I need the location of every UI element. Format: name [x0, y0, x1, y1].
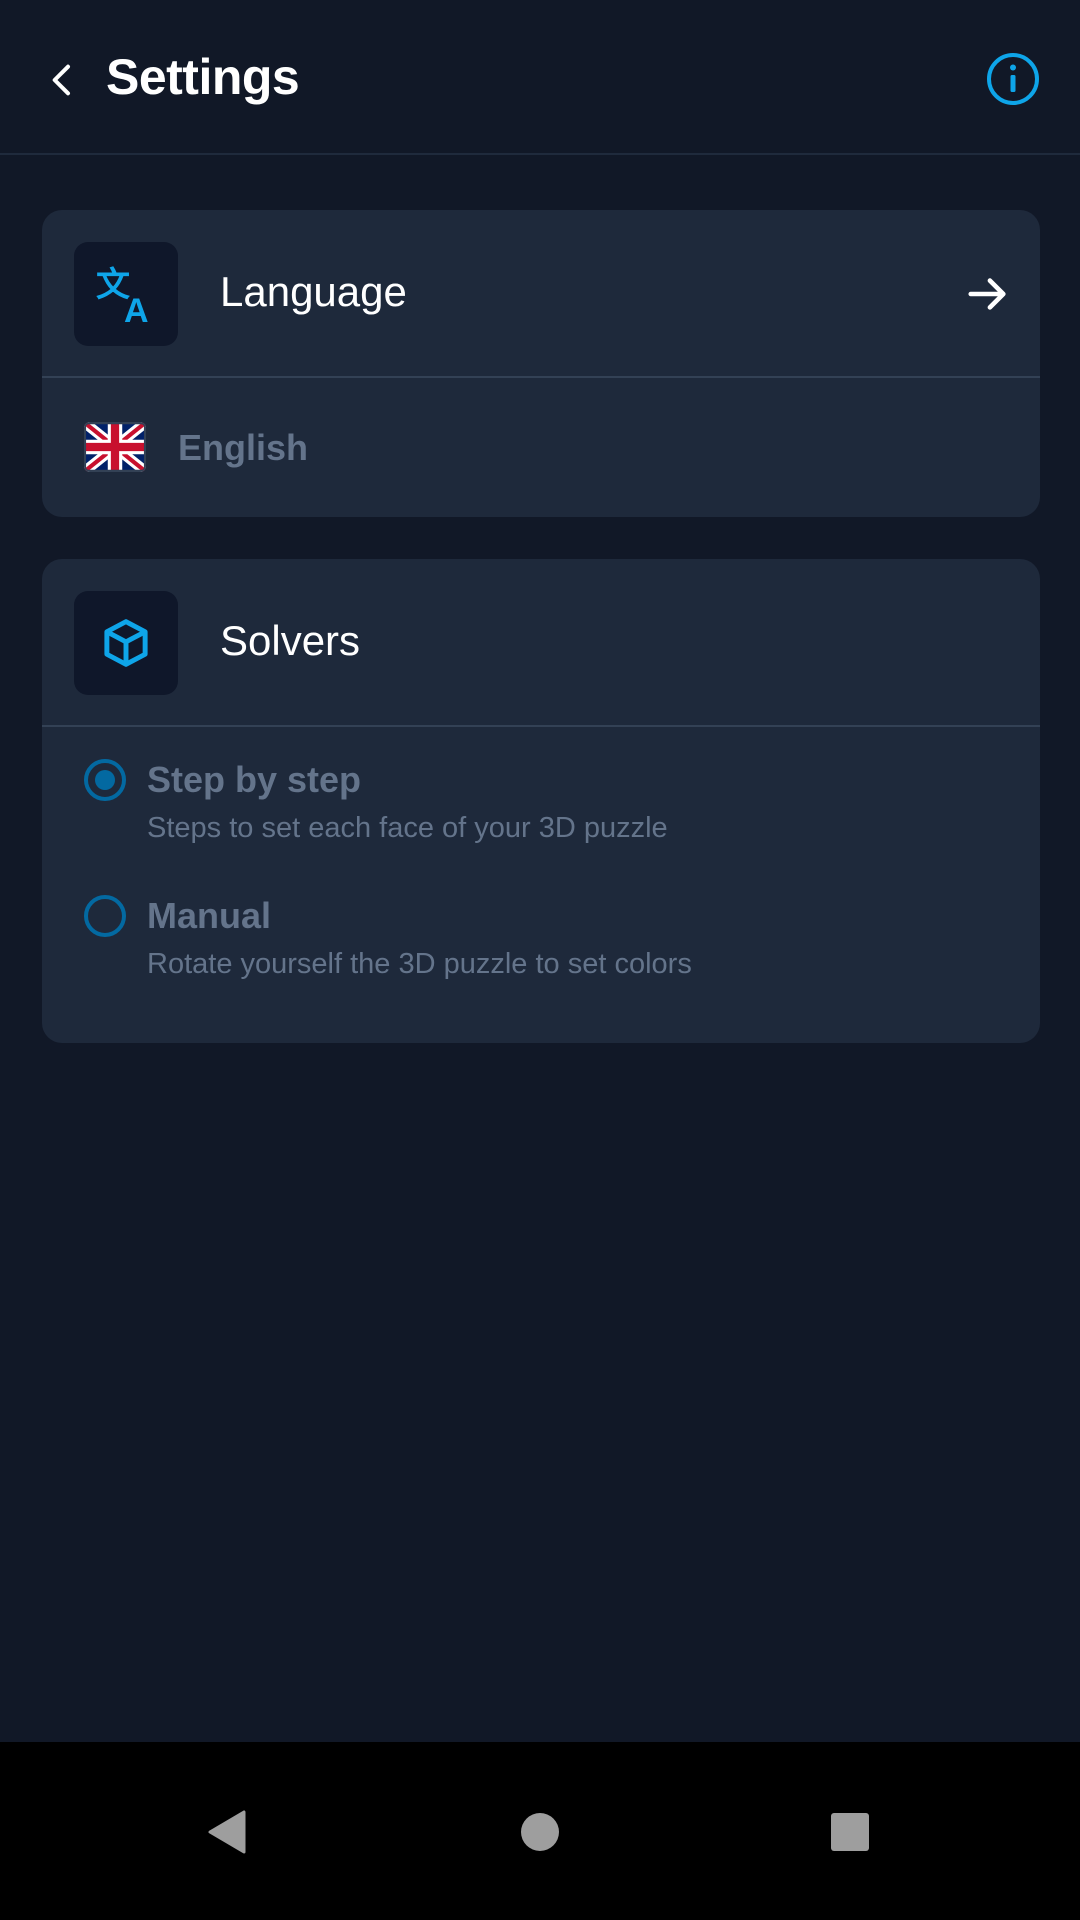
language-icon-box: 文 A [74, 242, 178, 346]
nav-recents-button[interactable] [810, 1792, 890, 1872]
nav-home-button[interactable] [500, 1792, 580, 1872]
uk-flag-icon [84, 422, 146, 472]
language-title: Language [220, 268, 407, 315]
app-header: Settings [0, 0, 1080, 155]
option-title: Step by step [147, 759, 362, 800]
solvers-card: Solvers Step by step Steps to set each f… [42, 559, 1040, 1043]
nav-back-button[interactable] [186, 1792, 266, 1872]
system-navigation-bar [0, 1742, 1080, 1920]
nav-recents-icon [831, 1813, 869, 1851]
solver-option-step-by-step[interactable]: Step by step Steps to set each face of y… [42, 759, 1040, 879]
nav-back-icon [208, 1810, 246, 1854]
radio-button-unselected[interactable] [84, 895, 126, 937]
option-title: Manual [147, 895, 272, 936]
arrow-right-icon [968, 278, 1006, 310]
chevron-left-icon [52, 64, 70, 96]
solver-option-manual[interactable]: Manual Rotate yourself the 3D puzzle to … [42, 895, 1040, 1015]
language-arrow-button[interactable] [962, 268, 1014, 320]
option-description: Rotate yourself the 3D puzzle to set col… [147, 948, 692, 980]
radio-button-selected[interactable] [84, 759, 126, 801]
translate-icon: 文 A [96, 265, 149, 326]
solvers-icon-box [74, 591, 178, 695]
nav-home-icon [521, 1813, 559, 1851]
language-card: 文 A Language English [42, 210, 1040, 517]
option-description: Steps to set each face of your 3D puzzle [147, 812, 668, 844]
settings-screen: Settings 文 A Language English Solvers St… [0, 0, 1080, 1920]
cube-icon [104, 619, 148, 667]
page-title: Settings [106, 49, 300, 105]
solvers-header: Solvers [42, 559, 1040, 727]
solvers-title: Solvers [220, 617, 361, 664]
current-language-label: English [178, 427, 309, 468]
current-language-row[interactable]: English [42, 378, 1040, 517]
radio-dot [95, 770, 115, 790]
svg-text:A: A [124, 292, 149, 326]
info-button[interactable] [984, 50, 1042, 108]
info-circle-icon [987, 53, 1039, 105]
back-button[interactable] [38, 55, 88, 105]
language-header[interactable]: 文 A Language [42, 210, 1040, 378]
